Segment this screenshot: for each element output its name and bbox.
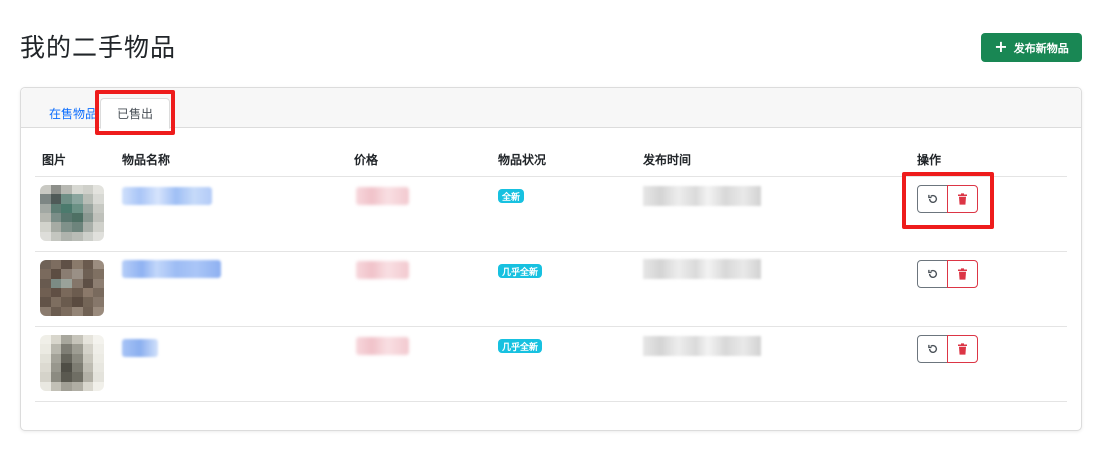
condition-badge: 几乎全新 (498, 339, 543, 353)
restore-icon (927, 194, 937, 203)
column-header-publish-time: 发布时间 (643, 153, 692, 167)
condition-badge: 几乎全新 (498, 264, 543, 278)
item-thumbnail[interactable] (40, 335, 104, 391)
condition-badge: 全新 (498, 189, 525, 203)
publish-button-label: 发布新物品 (1013, 41, 1069, 55)
delete-button[interactable] (947, 335, 978, 363)
item-thumbnail[interactable] (40, 260, 104, 316)
row-action-buttons (917, 335, 978, 363)
publish-time-redacted (643, 336, 761, 356)
card-header-tabs: 在售物品 已售出 (21, 88, 1081, 129)
item-thumbnail[interactable] (40, 185, 104, 241)
tab-sold[interactable]: 已售出 (100, 98, 170, 129)
item-name-redacted[interactable] (122, 339, 158, 357)
trash-icon (958, 268, 967, 280)
restore-button[interactable] (917, 260, 948, 288)
item-price-redacted (356, 187, 409, 205)
trash-icon (958, 343, 967, 355)
publish-item-button[interactable]: + 发布新物品 (981, 33, 1082, 62)
column-header-actions: 操作 (917, 153, 942, 167)
row-action-buttons (917, 260, 978, 288)
restore-button[interactable] (917, 335, 948, 363)
item-name-redacted[interactable] (122, 187, 212, 205)
column-header-image: 图片 (42, 153, 67, 167)
restore-button[interactable] (917, 185, 948, 213)
item-name-redacted[interactable] (122, 260, 221, 278)
column-header-price: 价格 (354, 153, 379, 167)
row-divider (35, 251, 1067, 252)
delete-button[interactable] (947, 185, 978, 213)
item-price-redacted (356, 261, 409, 279)
row-action-buttons (917, 185, 978, 213)
row-divider (35, 326, 1067, 327)
column-header-name: 物品名称 (122, 153, 171, 167)
restore-icon (927, 344, 937, 353)
page-title: 我的二手物品 (20, 33, 177, 62)
column-header-condition: 物品状况 (498, 153, 547, 167)
row-divider (35, 401, 1067, 402)
items-card: 在售物品 已售出 (20, 87, 1082, 431)
delete-button[interactable] (947, 260, 978, 288)
restore-icon (927, 269, 937, 278)
plus-icon: + (994, 37, 1008, 56)
publish-time-redacted (643, 186, 761, 206)
header-divider (35, 176, 1067, 177)
trash-icon (958, 193, 967, 205)
publish-time-redacted (643, 259, 761, 279)
item-price-redacted (356, 337, 409, 355)
